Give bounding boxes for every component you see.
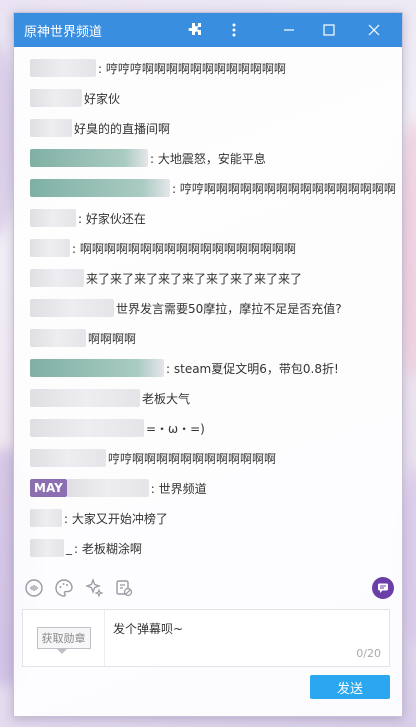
username-blur [30,209,76,227]
list-item: : steam夏促文明6，带包0.8折! [30,358,339,378]
username-blur [30,389,140,407]
char-counter: 0/20 [356,647,381,660]
medal-label: 获取勋章 [36,627,91,654]
message-text: 来了来了来了来了来了来了来了来了来了 [86,271,303,286]
message-text: 好家伙 [84,91,121,106]
list-item: MAY : 世界频道 [30,478,207,498]
message-text: 老板大气 [142,391,191,406]
list-item: : 大家又开始冲榜了 [30,508,168,528]
palette-icon[interactable] [52,576,76,600]
username-blur [30,269,84,287]
list-item: : 哼哼啊啊啊啊啊啊啊啊啊啊啊啊啊啊啊啊 [30,178,396,198]
more-menu-icon[interactable] [219,13,249,47]
list-item: 啊啊啊啊 [30,328,136,348]
username-blur [30,149,148,167]
username-fragment: _ [66,541,72,555]
username-blur [30,299,114,317]
chat-window: 原神世界频道 : 哼哼哼啊啊啊啊啊啊啊啊啊啊啊啊 好家伙 好臭的的直播间啊: … [13,12,403,717]
puzzle-icon[interactable] [180,13,210,47]
close-icon[interactable] [359,13,389,47]
username-blur [30,59,96,77]
danmaku-input-area[interactable]: 获取勋章 发个弹幕呗~ 0/20 [22,609,390,667]
message-text: : 啊啊啊啊啊啊啊啊啊啊啊啊啊啊啊啊啊啊 [72,241,296,256]
list-item: _ : 老板糊涂啊 [30,538,142,558]
list-item: =・ω・=) [30,418,205,438]
user-badge: MAY [30,479,67,497]
username-blur [30,329,86,347]
message-text: : 哼哼啊啊啊啊啊啊啊啊啊啊啊啊啊啊啊啊 [172,181,396,196]
list-item: 哼哼啊啊啊啊啊啊啊啊啊啊啊啊 [30,448,276,468]
message-text: : 老板糊涂啊 [74,541,142,556]
send-button[interactable]: 发送 [310,675,390,699]
get-medal-button[interactable]: 获取勋章 [23,610,105,666]
message-text: : 好家伙还在 [78,211,146,226]
list-item: : 大地震怒，安能平息 [30,148,266,168]
list-item: : 哼哼哼啊啊啊啊啊啊啊啊啊啊啊啊 [30,58,286,78]
username-blur [30,119,72,137]
message-text: : 大地震怒，安能平息 [150,151,266,166]
list-item: 来了来了来了来了来了来了来了来了来了 [30,268,302,288]
list-item: 老板大气 [30,388,190,408]
username-blur [30,539,64,557]
danmaku-input[interactable]: 发个弹幕呗~ [113,620,183,637]
emoji-toolbar [22,576,402,600]
message-text: =・ω・=) [146,421,205,436]
username-blur [30,449,106,467]
list-item: : 啊啊啊啊啊啊啊啊啊啊啊啊啊啊啊啊啊啊 [30,238,296,258]
window-title: 原神世界频道 [24,24,103,40]
title-bar: 原神世界频道 [14,13,402,47]
message-text: : 大家又开始冲榜了 [64,511,168,526]
list-item: 好家伙 [30,88,120,108]
maximize-icon[interactable] [314,13,344,47]
username-blur [30,239,70,257]
message-text: 好臭的的直播间啊 [74,121,171,136]
username-blur [30,419,144,437]
username-blur [66,479,149,497]
message-text: : steam夏促文明6，带包0.8折! [166,361,339,376]
username-blur [30,509,62,527]
list-item: 好臭的的直播间啊 [30,118,170,138]
message-list[interactable]: : 哼哼哼啊啊啊啊啊啊啊啊啊啊啊啊 好家伙 好臭的的直播间啊 : 大地震怒，安能… [14,47,402,567]
list-item: : 好家伙还在 [30,208,146,228]
voice-icon[interactable] [22,576,46,600]
username-blur [30,89,82,107]
username-blur [30,359,164,377]
sparkle-icon[interactable] [82,576,106,600]
username-blur [30,179,170,197]
message-text: 啊啊啊啊 [88,331,137,346]
chat-bubble-icon[interactable] [372,577,394,599]
block-settings-icon[interactable] [112,576,136,600]
minimize-icon[interactable] [274,13,304,47]
message-text: : 哼哼哼啊啊啊啊啊啊啊啊啊啊啊啊 [98,61,286,76]
message-text: 世界发言需要50摩拉，摩拉不足是否充值? [116,301,342,316]
list-item: 世界发言需要50摩拉，摩拉不足是否充值? [30,298,342,318]
message-text: : 世界频道 [150,481,207,496]
message-text: 哼哼啊啊啊啊啊啊啊啊啊啊啊啊 [108,451,277,466]
